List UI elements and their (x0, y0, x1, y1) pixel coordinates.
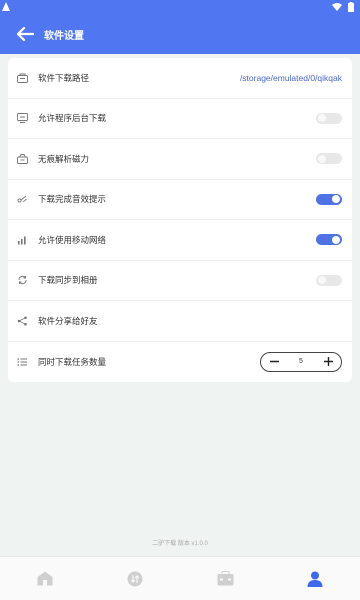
nav-toolbox[interactable] (205, 559, 245, 599)
download-icon (127, 571, 143, 586)
nav-profile[interactable] (295, 559, 335, 599)
setting-row-magnet-parse: 无痕解析磁力 (8, 139, 352, 180)
sync-album-toggle[interactable] (316, 274, 342, 286)
toggle-knob (318, 154, 326, 163)
download-path-value[interactable]: /storage/emulated/0/qikqak (240, 73, 342, 83)
increment-button[interactable] (321, 355, 335, 369)
toggle-knob (332, 235, 340, 244)
nav-download[interactable] (115, 559, 155, 599)
toolbox-icon (217, 571, 233, 586)
back-button[interactable] (6, 14, 44, 54)
folder-icon (16, 72, 28, 84)
complete-sound-toggle[interactable] (316, 193, 342, 205)
setting-label: 允许使用移动网络 (38, 234, 107, 245)
signal-icon (16, 234, 28, 246)
sound-icon (16, 193, 28, 205)
home-icon (37, 571, 53, 586)
setting-label: 软件下载路径 (38, 72, 90, 83)
plus-icon (323, 357, 333, 367)
status-bar (0, 0, 360, 14)
monitor-icon (16, 112, 28, 124)
setting-row-share[interactable]: 软件分享给好友 (8, 301, 352, 342)
nav-home[interactable] (25, 559, 65, 599)
toggle-knob (318, 114, 326, 123)
minus-icon (269, 361, 279, 363)
settings-card: 软件下载路径 /storage/emulated/0/qikqak 允许程序后台… (8, 58, 352, 382)
list-icon (16, 356, 28, 368)
setting-row-sync-album: 下载同步到相册 (8, 261, 352, 301)
battery-icon (348, 2, 354, 12)
setting-label: 下载同步到相册 (38, 275, 98, 286)
setting-row-background-download: 允许程序后台下载 (8, 99, 352, 139)
inbox-icon (16, 153, 28, 165)
wifi-icon (332, 3, 342, 11)
concurrent-tasks-stepper: 5 (260, 351, 342, 372)
bottom-nav (0, 556, 360, 600)
setting-row-concurrent-tasks: 同时下载任务数量 5 (8, 342, 352, 383)
setting-label: 无痕解析磁力 (38, 153, 90, 164)
concurrent-tasks-value: 5 (299, 358, 303, 366)
notification-icon (2, 2, 10, 11)
mobile-network-toggle[interactable] (316, 234, 342, 246)
share-icon (16, 315, 28, 327)
setting-row-complete-sound: 下载完成音效提示 (8, 180, 352, 220)
setting-row-mobile-network: 允许使用移动网络 (8, 220, 352, 261)
setting-label: 下载完成音效提示 (38, 194, 107, 205)
setting-label: 允许程序后台下载 (38, 113, 107, 124)
setting-label: 软件分享给好友 (38, 315, 98, 326)
user-icon (307, 571, 323, 587)
setting-row-download-path[interactable]: 软件下载路径 /storage/emulated/0/qikqak (8, 58, 352, 99)
magnet-parse-toggle[interactable] (316, 153, 342, 165)
app-bar: 软件设置 (0, 14, 360, 54)
toggle-knob (318, 276, 326, 285)
decrement-button[interactable] (267, 355, 281, 369)
page-title: 软件设置 (44, 30, 84, 42)
setting-label: 同时下载任务数量 (38, 356, 107, 367)
sync-icon (16, 274, 28, 286)
version-text: 二驴下载 版本 v1.0.0 (152, 541, 208, 547)
arrow-left-icon (16, 26, 34, 42)
toggle-knob (332, 195, 340, 204)
background-download-toggle[interactable] (316, 112, 342, 124)
